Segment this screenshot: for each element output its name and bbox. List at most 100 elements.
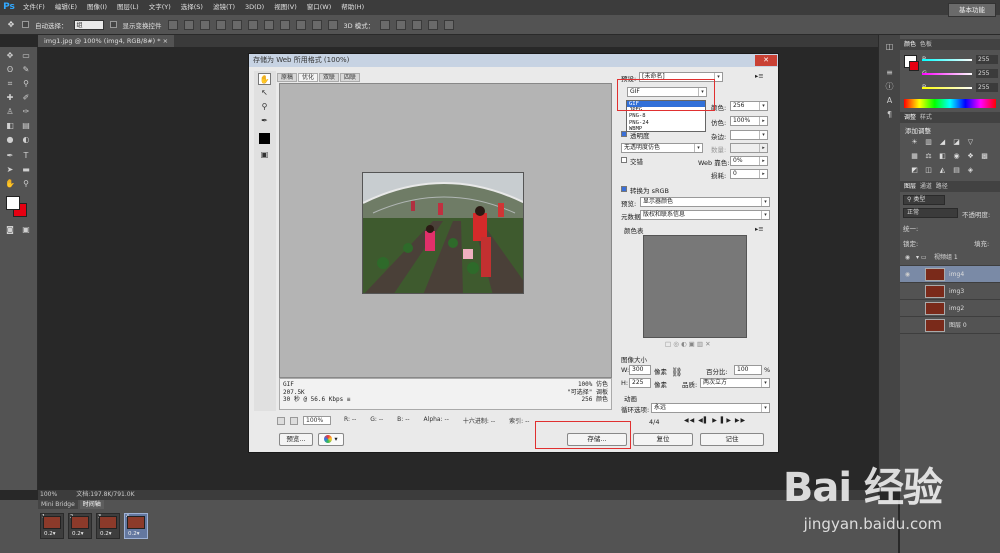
lossy-field[interactable]: 0 ▸ <box>730 169 768 179</box>
move-tool-icon[interactable]: ✥ <box>6 20 16 30</box>
frame-delay[interactable]: 0.2▾ <box>100 531 112 537</box>
color-balance-icon[interactable]: ⚖ <box>924 152 933 161</box>
menu-image[interactable]: 图像(I) <box>82 0 112 15</box>
threshold-icon[interactable]: ◭ <box>938 166 947 175</box>
type-tool-icon[interactable]: T <box>21 151 31 161</box>
zoom-icon[interactable]: ⚲ <box>258 101 271 113</box>
show-transform-checkbox[interactable] <box>109 21 117 28</box>
eye-icon[interactable] <box>903 321 912 330</box>
web-snap-field[interactable]: 0% ▸ <box>730 156 768 166</box>
remember-button[interactable]: 记住 <box>700 433 764 446</box>
colors-dropdown[interactable]: 256 ▾ <box>730 101 768 111</box>
document-tab[interactable]: img1.jpg @ 100% (img4, RGB/8#) * × <box>38 35 175 47</box>
dither-amount-field[interactable]: 100% ▸ <box>730 116 768 126</box>
posterize-icon[interactable]: ◫ <box>924 166 933 175</box>
color-spectrum[interactable] <box>904 99 996 108</box>
g-value[interactable]: 255 <box>976 69 998 78</box>
eye-icon[interactable] <box>903 287 912 296</box>
optimized-preview[interactable] <box>279 83 612 378</box>
menu-select[interactable]: 选择(S) <box>176 0 208 15</box>
preset-menu-icon[interactable]: ▸≡ <box>755 72 764 80</box>
animation-frame-selected[interactable]: 4 0.2▾ <box>124 513 148 539</box>
color-lookup-icon[interactable]: ▩ <box>980 152 989 161</box>
workspace-button[interactable]: 基本功能 <box>948 3 996 17</box>
dodge-tool-icon[interactable]: ◐ <box>21 135 31 145</box>
align-top-icon[interactable] <box>167 19 178 30</box>
tab-timeline[interactable]: 时间轴 <box>79 500 104 509</box>
zoom-tool-icon[interactable]: ⚲ <box>21 179 31 189</box>
eye-icon[interactable]: ◉ <box>903 253 912 262</box>
eraser-tool-icon[interactable]: ◧ <box>5 121 15 131</box>
menu-file[interactable]: 文件(F) <box>18 0 50 15</box>
convert-srgb-checkbox[interactable] <box>621 186 627 192</box>
tab-adjustments[interactable]: 调整 <box>904 114 916 121</box>
distribute-left-icon[interactable] <box>311 19 322 30</box>
distribute-right-icon[interactable] <box>327 19 338 30</box>
animation-frame[interactable]: 1 0.2▾ <box>40 513 64 539</box>
hand-icon[interactable]: ✋ <box>258 73 271 85</box>
transparency-dither-dropdown[interactable]: 无透明度仿色 ▾ <box>621 143 703 153</box>
zoom-in-icon[interactable] <box>290 416 298 425</box>
align-hcenter-icon[interactable] <box>231 19 242 30</box>
screen-mode-icon[interactable]: ▣ <box>21 225 31 235</box>
eyedropper-color-swatch[interactable] <box>259 133 270 144</box>
format-option-wbmp[interactable]: WBMP <box>627 126 705 132</box>
marquee-tool-icon[interactable]: ▭ <box>21 51 31 61</box>
browser-select-dropdown[interactable]: ▾ <box>318 433 344 446</box>
levels-icon[interactable]: ▥ <box>924 138 933 147</box>
vibrance-icon[interactable]: ▽ <box>966 138 975 147</box>
quick-select-tool-icon[interactable]: ✎ <box>21 65 31 75</box>
slice-select-icon[interactable]: ↖ <box>258 87 271 99</box>
curves-icon[interactable]: ◢ <box>938 138 947 147</box>
color-table-menu-icon[interactable]: ▸≡ <box>755 225 764 233</box>
matte-dropdown[interactable]: ▾ <box>730 130 768 140</box>
invert-icon[interactable]: ◩ <box>910 166 919 175</box>
auto-select-dropdown[interactable]: 组 <box>73 19 104 30</box>
quality-dropdown[interactable]: 两次立方 ▾ <box>700 378 770 388</box>
metadata-dropdown[interactable]: 版权和联系信息 ▾ <box>640 210 770 220</box>
menu-type[interactable]: 文字(Y) <box>144 0 176 15</box>
layer-video-group[interactable]: ◉ ▾ ▭ 视频组 1 <box>900 249 1000 266</box>
tab-styles[interactable]: 样式 <box>920 114 932 121</box>
3d-scale-icon[interactable] <box>444 19 455 30</box>
channel-mixer-icon[interactable]: ❖ <box>966 152 975 161</box>
loop-dropdown[interactable]: 永远 ▾ <box>651 403 770 413</box>
animation-frame[interactable]: 3 0.2▾ <box>96 513 120 539</box>
gradient-map-icon[interactable]: ▤ <box>952 166 961 175</box>
auto-select-checkbox[interactable] <box>22 21 29 28</box>
percent-field[interactable]: 100 <box>734 365 762 375</box>
width-field[interactable]: 300 <box>629 365 651 375</box>
info-download-time[interactable]: 30 秒 @ 56.6 Kbps ≡ <box>283 396 350 404</box>
zoom-out-icon[interactable] <box>277 416 285 425</box>
layer-0[interactable]: 图层 0 <box>900 317 1000 334</box>
pen-tool-icon[interactable]: ✒ <box>5 151 15 161</box>
tab-paths[interactable]: 路径 <box>936 183 948 190</box>
zoom-level-dropdown[interactable]: 100% <box>303 416 331 425</box>
character-icon[interactable]: A <box>884 95 895 106</box>
layer-img4[interactable]: ◉ img4 <box>900 266 1000 283</box>
blur-tool-icon[interactable]: ● <box>5 135 15 145</box>
preview-mode-dropdown[interactable]: 显示器颜色 ▾ <box>640 197 770 207</box>
eyedropper-icon[interactable]: ✒ <box>258 115 271 127</box>
r-value[interactable]: 255 <box>976 55 998 64</box>
layer-img2[interactable]: img2 <box>900 300 1000 317</box>
path-select-icon[interactable]: ➤ <box>5 165 15 175</box>
b-value[interactable]: 255 <box>976 83 998 92</box>
tab-layers[interactable]: 图层 <box>904 183 916 190</box>
tab-2up[interactable]: 双联 <box>319 73 340 82</box>
info-icon[interactable]: ⓘ <box>884 81 895 92</box>
foreground-color-swatch[interactable] <box>6 196 20 210</box>
move-tool-icon[interactable]: ✥ <box>5 51 15 61</box>
menu-filter[interactable]: 滤镜(T) <box>208 0 240 15</box>
menu-view[interactable]: 视图(V) <box>269 0 302 15</box>
color-table-tools-icon[interactable]: □ ◎ ◐ ▣ ▥ ✕ <box>665 340 711 348</box>
status-doc-size[interactable]: 文档:197.8K/791.0K <box>76 491 134 498</box>
r-slider[interactable] <box>922 59 972 61</box>
b-slider[interactable] <box>922 87 972 89</box>
reset-button[interactable]: 复位 <box>633 433 693 446</box>
history-icon[interactable]: ◫ <box>884 41 895 52</box>
menu-help[interactable]: 帮助(H) <box>336 0 369 15</box>
selective-color-icon[interactable]: ◈ <box>966 166 975 175</box>
align-vcenter-icon[interactable] <box>183 19 194 30</box>
tab-channels[interactable]: 通道 <box>920 183 932 190</box>
